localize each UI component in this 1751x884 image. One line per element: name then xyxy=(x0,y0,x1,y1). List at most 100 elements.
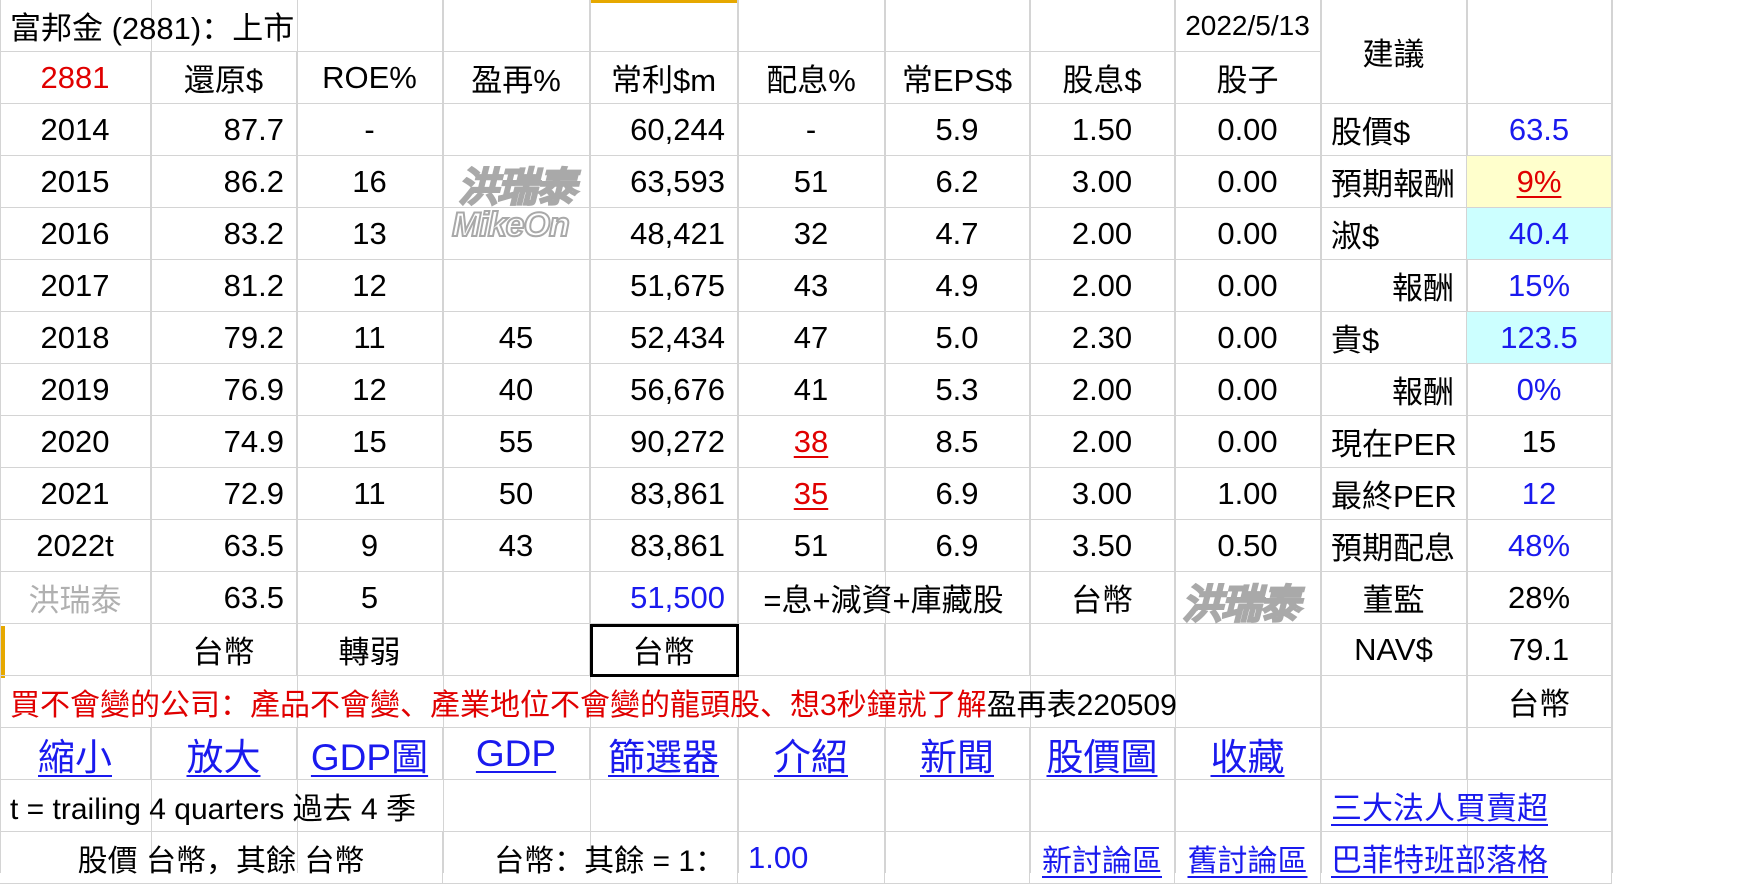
zoom-in-link[interactable]: 放大 xyxy=(187,727,261,781)
table-cell-stock_div: 1.00 xyxy=(1175,468,1321,520)
side-value: 28% xyxy=(1467,572,1612,624)
table-cell-roe: 11 xyxy=(297,468,443,520)
gdp-chart-link-cell: GDP圖 xyxy=(297,728,443,780)
table-cell-dividend: 3.00 xyxy=(1030,156,1175,208)
table-cell-stock_div: 0.00 xyxy=(1175,208,1321,260)
watermark-logo-sub: MikeOn xyxy=(451,205,571,245)
price-chart-link[interactable]: 股價圖 xyxy=(1047,727,1158,781)
table-cell-dividend: 3.00 xyxy=(1030,468,1175,520)
table-cell-stock_div: 0.00 xyxy=(1175,260,1321,312)
cell xyxy=(590,0,738,52)
advice-header: 建議 xyxy=(1321,0,1467,104)
col-restore-header: 還原$ xyxy=(151,52,297,104)
favorites-link-cell: 收藏 xyxy=(1175,728,1321,780)
table-cell-dividend: 3.50 xyxy=(1030,520,1175,572)
side-value: 63.5 xyxy=(1467,104,1612,156)
cell xyxy=(1030,0,1175,52)
roe-trend: 轉弱 xyxy=(297,624,443,676)
table-cell-reinvest: 43 xyxy=(443,520,590,572)
side-value: 79.1 xyxy=(1467,624,1612,676)
table-cell-roe: 12 xyxy=(297,364,443,416)
news-link[interactable]: 新聞 xyxy=(920,727,994,781)
table-cell-payout: 35 xyxy=(738,468,885,520)
table-cell-payout: 51 xyxy=(738,156,885,208)
table-cell-eps: 8.5 xyxy=(885,416,1030,468)
screener-link-cell: 篩選器 xyxy=(590,728,738,780)
table-cell-stock_div: 0.00 xyxy=(1175,156,1321,208)
side-value-expected-return: 9% xyxy=(1467,156,1612,208)
table-cell-dividend: 1.50 xyxy=(1030,104,1175,156)
cell xyxy=(1030,780,1175,832)
side-value: 123.5 xyxy=(1467,312,1612,364)
table-cell-payout: 51 xyxy=(738,520,885,572)
table-cell-profit: 90,272 xyxy=(590,416,738,468)
table-cell-year: 2017 xyxy=(0,260,151,312)
table-cell-payout: - xyxy=(738,104,885,156)
side-label: 預期配息 xyxy=(1321,520,1467,572)
buffett-blog-link[interactable]: 巴菲特班部落格 xyxy=(1331,835,1548,880)
cell xyxy=(1030,624,1175,676)
table-cell-reinvest: 50 xyxy=(443,468,590,520)
table-cell-stock_div: 0.00 xyxy=(1175,104,1321,156)
table-cell-year: 2021 xyxy=(0,468,151,520)
intro-link-cell: 介紹 xyxy=(738,728,885,780)
cell xyxy=(885,0,1030,52)
intro-link[interactable]: 介紹 xyxy=(774,727,848,781)
banner-row: 買不會變的公司：產品不會變、產業地位不會變的龍頭股、想3秒鐘就了解 盈再表2205… xyxy=(0,676,1321,728)
table-cell-roe: 15 xyxy=(297,416,443,468)
gdp-chart-link[interactable]: GDP圖 xyxy=(311,727,428,781)
table-cell-profit: 83,861 xyxy=(590,468,738,520)
table-cell-dividend: 2.00 xyxy=(1030,208,1175,260)
table-cell-year: 2015 xyxy=(0,156,151,208)
table-cell-restore: 86.2 xyxy=(151,156,297,208)
side-label: 預期報酬 xyxy=(1321,156,1467,208)
table-cell-reinvest xyxy=(443,104,590,156)
table-cell-restore: 63.5 xyxy=(151,520,297,572)
favorites-link[interactable]: 收藏 xyxy=(1211,727,1285,781)
side-label: 貴$ xyxy=(1321,312,1467,364)
table-cell-roe: 12 xyxy=(297,260,443,312)
table-cell-profit: 52,434 xyxy=(590,312,738,364)
table-cell-roe: 9 xyxy=(297,520,443,572)
watermark-logo: 洪瑞泰 xyxy=(457,165,577,211)
cell xyxy=(443,624,590,676)
table-cell-roe: 16 xyxy=(297,156,443,208)
table-cell-dividend: 2.00 xyxy=(1030,260,1175,312)
institutional-trading-link[interactable]: 三大法人買賣超 xyxy=(1331,783,1548,828)
table-cell-reinvest: 40 xyxy=(443,364,590,416)
company-title: 富邦金 (2881)：上市 xyxy=(0,0,443,52)
table-cell-payout: 41 xyxy=(738,364,885,416)
ratio-value: 1.00 xyxy=(738,832,885,884)
table-cell-profit: 83,861 xyxy=(590,520,738,572)
table-cell-eps: 6.9 xyxy=(885,520,1030,572)
zoom-out-link[interactable]: 縮小 xyxy=(38,727,112,781)
zoom-in-link-cell: 放大 xyxy=(151,728,297,780)
table-cell-eps: 5.0 xyxy=(885,312,1030,364)
table-cell-restore: 74.9 xyxy=(151,416,297,468)
table-cell-profit: 63,593 xyxy=(590,156,738,208)
table-cell-payout-text: 38 xyxy=(793,423,829,459)
table-cell-reinvest xyxy=(443,260,590,312)
table-cell-year: 2020 xyxy=(0,416,151,468)
col-roe-header: ROE% xyxy=(297,52,443,104)
table-cell-restore: 83.2 xyxy=(151,208,297,260)
table-cell-payout: 32 xyxy=(738,208,885,260)
side-label: 淑$ xyxy=(1321,208,1467,260)
gdp-link[interactable]: GDP xyxy=(476,733,556,775)
side-value: 0% xyxy=(1467,364,1612,416)
summary-roe: 5 xyxy=(297,572,443,624)
side-label xyxy=(1321,676,1467,728)
table-cell-eps: 4.7 xyxy=(885,208,1030,260)
table-cell-payout: 38 xyxy=(738,416,885,468)
side-value-expected-return-text: 9% xyxy=(1516,163,1562,199)
table-cell-stock_div: 0.50 xyxy=(1175,520,1321,572)
table-cell-stock_div: 0.00 xyxy=(1175,364,1321,416)
cell xyxy=(738,780,885,832)
table-cell-restore: 72.9 xyxy=(151,468,297,520)
selected-cell-outline xyxy=(590,624,739,677)
cell xyxy=(1467,728,1612,780)
screener-link[interactable]: 篩選器 xyxy=(608,727,719,781)
col-dividend-header: 股息$ xyxy=(1030,52,1175,104)
cell xyxy=(1175,780,1321,832)
institutional-link-cell: 三大法人買賣超 xyxy=(1321,780,1612,832)
